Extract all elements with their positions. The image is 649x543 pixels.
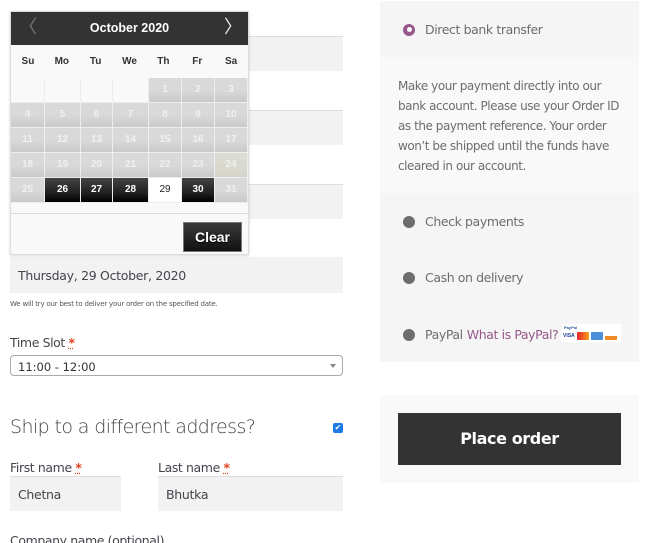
payment-option-paypal[interactable]: PayPal What is PayPal? [403,327,559,342]
company-name-label: Company name (optional) [10,533,165,543]
payment-option-label: Check payments [425,214,525,229]
calendar-day[interactable]: 30 [182,178,215,203]
weekday-label: Th [157,56,170,67]
paypal-logo-icon: PayPal [564,325,578,330]
ship-different-address-checkbox[interactable]: ✔ [333,423,343,433]
payment-option-check[interactable]: Check payments [403,214,524,229]
amex-icon [591,332,603,340]
calendar-day: 21 [113,153,149,178]
payment-option-label: Direct bank transfer [425,22,543,37]
calendar-day: 17 [215,128,248,153]
calendar-day-selected[interactable]: 29 [149,178,182,203]
weekday-label: Mo [54,56,70,67]
calendar-day: 9 [182,103,215,128]
weekday-label: Sa [224,56,238,67]
calendar-day: 1 [149,78,182,103]
calendar-day: 25 [11,178,45,203]
weekday-label: Fr [192,56,203,67]
calendar-day: 7 [113,103,149,128]
discover-icon [605,332,617,340]
payment-option-label: Cash on delivery [425,270,524,285]
datepicker-month-label: October 2020 [89,21,170,35]
time-slot-value: 11:00 - 12:00 [18,360,96,374]
calendar-day: 24 [215,153,248,178]
place-order-button[interactable]: Place order [398,413,621,465]
weekday-label: Tu [89,56,102,67]
radio-unselected-icon[interactable] [403,328,415,341]
payment-option-label: PayPal [425,327,463,342]
chevron-right-icon[interactable]: 〉 [224,12,242,42]
time-slot-label: Time Slot * [10,335,75,350]
visa-icon: VISA [563,332,575,340]
radio-selected-icon[interactable] [403,23,415,36]
calendar-day: 10 [215,103,248,128]
time-slot-select[interactable]: 11:00 - 12:00 [10,355,343,376]
last-name-label: Last name * [158,460,230,475]
what-is-paypal-link[interactable]: What is PayPal? [467,327,559,342]
calendar-day: 6 [81,103,113,128]
payment-option-bank-transfer[interactable]: Direct bank transfer [403,22,543,37]
calendar-day: 5 [45,103,81,128]
calendar-day[interactable]: 26 [45,178,81,203]
calendar-day: 4 [11,103,45,128]
calendar-empty-cell [113,78,149,103]
radio-unselected-icon[interactable] [403,271,415,284]
calendar-day: 2 [182,78,215,103]
calendar-day: 12 [45,128,81,153]
first-name-label: First name * [10,460,82,475]
radio-unselected-icon[interactable] [403,215,415,228]
weekday-label: We [122,56,137,67]
mastercard-icon [577,332,589,340]
last-name-label-text: Last name [158,460,220,475]
ship-different-address-title: Ship to a different address? [10,416,256,438]
calendar-day: 15 [149,128,182,153]
calendar-day: 18 [11,153,45,178]
calendar-day: 19 [45,153,81,178]
required-mark: * [75,460,82,475]
weekday-row: Su Mo Tu We Th Fr Sa [11,45,248,78]
datepicker-header: 〈 October 2020 〉 [11,12,248,45]
calendar-day: 16 [182,128,215,153]
calendar-day: 20 [81,153,113,178]
delivery-date-input[interactable]: Thursday, 29 October, 2020 [10,257,343,293]
payment-option-cod[interactable]: Cash on delivery [403,270,524,285]
calendar-day[interactable]: 28 [113,178,149,203]
calendar-day: 13 [81,128,113,153]
time-slot-label-text: Time Slot [10,335,65,350]
bank-transfer-description: Make your payment directly into our bank… [380,57,639,193]
weekday-label: Su [21,56,35,67]
calendar-day: 11 [11,128,45,153]
calendar-day: 3 [215,78,248,103]
calendar-day[interactable]: 27 [81,178,113,203]
required-mark: * [68,335,76,350]
calendar-day: 14 [113,128,149,153]
calendar-day: 31 [215,178,248,203]
required-mark: * [223,460,230,475]
delivery-hint: We will try our best to deliver your ord… [10,300,218,308]
calendar-day: 22 [149,153,182,178]
calendar-empty-cell [45,78,81,103]
calendar-empty-cell [11,78,45,103]
first-name-label-text: First name [10,460,72,475]
calendar-empty-cell [81,78,113,103]
datepicker-footer: Clear [11,213,248,255]
last-name-input[interactable]: Bhutka [158,476,343,511]
dropdown-arrow-icon [330,364,336,368]
first-name-input[interactable]: Chetna [10,476,121,511]
datepicker-grid: 1 2 3 4 5 6 7 8 9 10 11 12 13 14 15 16 17 18 19 20 21 22 23 24 2… [11,78,248,203]
chevron-left-icon[interactable]: 〈 [19,12,37,42]
clear-date-button[interactable]: Clear [183,222,242,252]
paypal-acceptance-mark: PayPal VISA [561,324,621,342]
calendar-day: 8 [149,103,182,128]
calendar-day: 23 [182,153,215,178]
checkmark-icon: ✔ [334,423,342,432]
datepicker-popup: 〈 October 2020 〉 Su Mo Tu We Th Fr Sa 12… [10,11,249,255]
